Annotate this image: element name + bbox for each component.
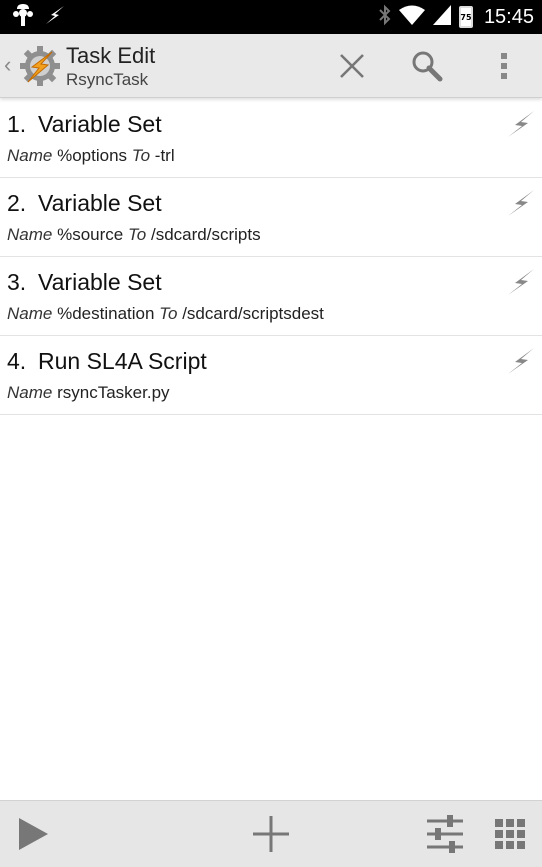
param-value: %options <box>57 146 128 165</box>
action-row[interactable]: 1. Variable Set Name %options To -trl <box>0 99 542 178</box>
play-icon <box>19 818 48 850</box>
overflow-menu-icon <box>501 53 507 79</box>
action-params: Name %source To /sdcard/scripts <box>7 224 261 246</box>
param-value: rsyncTasker.py <box>57 383 170 402</box>
bluetooth-icon <box>378 4 392 31</box>
search-button[interactable] <box>404 44 450 88</box>
param-key: Name <box>7 304 53 323</box>
lightning-bolt-icon[interactable] <box>506 109 536 139</box>
action-name: Variable Set <box>38 190 162 216</box>
task-actions-list: 1. Variable Set Name %options To -trl 2. V… <box>0 99 542 415</box>
action-heading: 1. Variable Set <box>7 110 162 138</box>
param-value: /sdcard/scripts <box>150 225 261 244</box>
signal-icon <box>432 4 452 31</box>
close-icon <box>340 54 364 78</box>
param-key: To <box>159 304 178 323</box>
action-row[interactable]: 3. Variable Set Name %destination To /sdc… <box>0 257 542 336</box>
wifi-icon <box>398 4 425 31</box>
screen-title: Task Edit <box>66 43 156 68</box>
settings-sliders-icon <box>427 815 463 853</box>
lightning-bolt-icon[interactable] <box>506 267 536 297</box>
action-bar: ‹ Task Edit RsyncTask <box>0 34 542 98</box>
status-bar: 75 15:45 <box>0 0 542 34</box>
param-key: To <box>131 146 151 165</box>
action-number: 1. <box>7 111 27 137</box>
action-row[interactable]: 4. Run SL4A Script Name rsyncTasker.py <box>0 336 542 415</box>
param-key: To <box>127 225 147 244</box>
status-time: 15:45 <box>483 5 534 28</box>
action-name: Run SL4A Script <box>38 348 207 374</box>
grid-icon <box>495 819 525 849</box>
add-action-button[interactable] <box>246 809 296 859</box>
action-heading: 4. Run SL4A Script <box>7 347 207 375</box>
action-name: Variable Set <box>38 269 162 295</box>
action-number: 4. <box>7 348 27 374</box>
tasker-bolt-notification-icon <box>44 4 66 31</box>
up-chevron-icon[interactable]: ‹ <box>4 52 11 78</box>
search-icon <box>412 51 443 82</box>
action-params: Name %options To -trl <box>7 145 175 167</box>
lightning-bolt-icon[interactable] <box>506 188 536 218</box>
lightning-bolt-icon[interactable] <box>506 346 536 376</box>
grid-button[interactable] <box>485 809 535 859</box>
param-key: Name <box>7 383 53 402</box>
close-button[interactable] <box>329 44 375 88</box>
task-properties-button[interactable] <box>420 809 470 859</box>
param-key: Name <box>7 146 53 165</box>
tasker-app-icon[interactable] <box>18 44 62 88</box>
bottom-toolbar <box>0 800 542 867</box>
param-value: /sdcard/scriptsdest <box>182 304 324 323</box>
play-button[interactable] <box>8 809 58 859</box>
action-heading: 2. Variable Set <box>7 189 162 217</box>
battery-icon: 75 <box>458 6 473 28</box>
action-row[interactable]: 2. Variable Set Name %source To /sdcard/s… <box>0 178 542 257</box>
action-params: Name rsyncTasker.py <box>7 382 170 404</box>
param-value: %destination <box>57 304 155 323</box>
android-debug-icon <box>12 3 34 32</box>
action-heading: 3. Variable Set <box>7 268 162 296</box>
action-number: 3. <box>7 269 27 295</box>
param-value: -trl <box>154 146 175 165</box>
action-params: Name %destination To /sdcard/scriptsdest <box>7 303 324 325</box>
battery-level: 75 <box>460 12 472 22</box>
action-number: 2. <box>7 190 27 216</box>
param-value: %source <box>57 225 124 244</box>
add-icon <box>253 816 289 852</box>
task-name-subtitle: RsyncTask <box>66 70 149 89</box>
action-name: Variable Set <box>38 111 162 137</box>
param-key: Name <box>7 225 53 244</box>
overflow-menu-button[interactable] <box>481 44 527 88</box>
